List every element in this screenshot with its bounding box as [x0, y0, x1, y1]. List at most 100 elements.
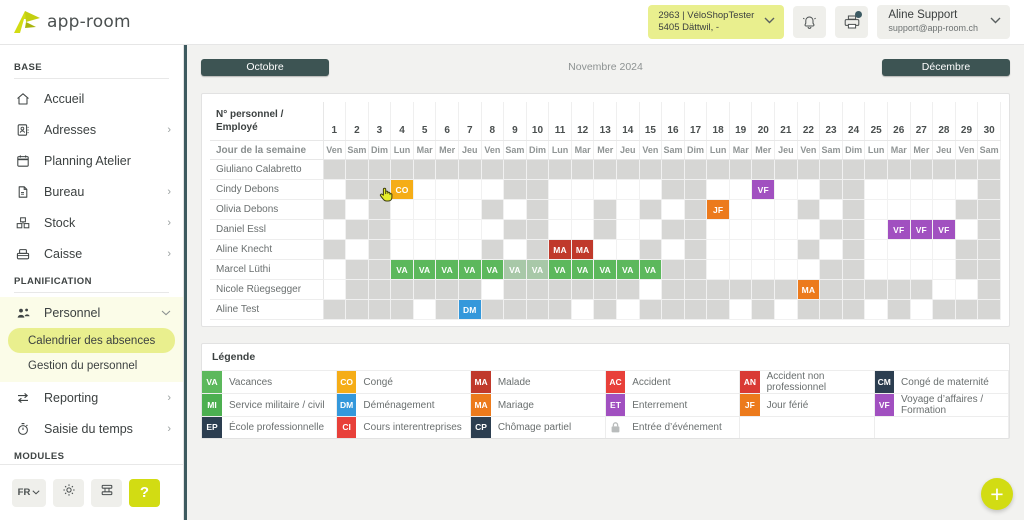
calendar-cell[interactable]: [684, 300, 707, 320]
sidebar-item-reporting[interactable]: Reporting ›: [0, 382, 183, 413]
calendar-cell[interactable]: [865, 300, 888, 320]
calendar-cell[interactable]: [910, 160, 933, 180]
calendar-cell[interactable]: [594, 220, 617, 240]
calendar-cell[interactable]: [775, 180, 798, 200]
calendar-cell[interactable]: [955, 200, 978, 220]
calendar-cell[interactable]: [707, 180, 730, 200]
employee-name[interactable]: Aline Test: [210, 300, 323, 320]
calendar-cell[interactable]: [707, 220, 730, 240]
language-selector[interactable]: FR: [12, 479, 46, 507]
calendar-cell[interactable]: [865, 200, 888, 220]
calendar-cell[interactable]: [729, 220, 752, 240]
calendar-cell[interactable]: [526, 160, 549, 180]
calendar-cell[interactable]: [368, 220, 391, 240]
calendar-cell[interactable]: [775, 260, 798, 280]
calendar-cell[interactable]: [346, 280, 369, 300]
calendar-cell[interactable]: [842, 300, 865, 320]
sidebar-item-calendrier-des-absences[interactable]: Calendrier des absences: [8, 328, 175, 353]
calendar-cell[interactable]: [368, 300, 391, 320]
calendar-cell[interactable]: [775, 240, 798, 260]
calendar-cell[interactable]: [820, 280, 843, 300]
calendar-cell[interactable]: [887, 300, 910, 320]
absence-tag[interactable]: VA: [482, 260, 504, 279]
calendar-cell[interactable]: [729, 200, 752, 220]
calendar-cell[interactable]: VA: [571, 260, 594, 280]
previous-month-button[interactable]: Octobre: [201, 59, 329, 76]
calendar-cell[interactable]: [752, 260, 775, 280]
calendar-cell[interactable]: DM: [458, 300, 481, 320]
calendar-cell[interactable]: [526, 200, 549, 220]
calendar-cell[interactable]: [639, 160, 662, 180]
calendar-cell[interactable]: [368, 160, 391, 180]
calendar-cell[interactable]: [842, 260, 865, 280]
calendar-cell[interactable]: [617, 280, 640, 300]
calendar-cell[interactable]: [797, 260, 820, 280]
calendar-cell[interactable]: [842, 280, 865, 300]
calendar-cell[interactable]: [617, 220, 640, 240]
calendar-cell[interactable]: [820, 220, 843, 240]
calendar-cell[interactable]: [752, 160, 775, 180]
calendar-cell[interactable]: [391, 280, 414, 300]
absence-tag[interactable]: VA: [527, 260, 549, 279]
calendar-cell[interactable]: [820, 200, 843, 220]
calendar-cell[interactable]: [413, 180, 436, 200]
calendar-cell[interactable]: [887, 180, 910, 200]
calendar-cell[interactable]: [617, 240, 640, 260]
calendar-cell[interactable]: [775, 280, 798, 300]
calendar-cell[interactable]: [707, 280, 730, 300]
calendar-cell[interactable]: [391, 200, 414, 220]
calendar-cell[interactable]: [775, 300, 798, 320]
calendar-cell[interactable]: [955, 220, 978, 240]
employee-name[interactable]: Aline Knecht: [210, 240, 323, 260]
absence-tag[interactable]: MA: [798, 280, 820, 299]
calendar-cell[interactable]: [707, 160, 730, 180]
absence-tag[interactable]: VA: [459, 260, 481, 279]
calendar-cell[interactable]: [504, 300, 527, 320]
calendar-cell[interactable]: [504, 160, 527, 180]
calendar-cell[interactable]: [458, 200, 481, 220]
calendar-cell[interactable]: [933, 240, 956, 260]
calendar-cell[interactable]: [775, 160, 798, 180]
calendar-cell[interactable]: [842, 160, 865, 180]
calendar-cell[interactable]: [955, 180, 978, 200]
calendar-cell[interactable]: [571, 300, 594, 320]
calendar-cell[interactable]: [481, 180, 504, 200]
calendar-cell[interactable]: [662, 160, 685, 180]
calendar-cell[interactable]: [684, 200, 707, 220]
calendar-cell[interactable]: [978, 300, 1001, 320]
calendar-cell[interactable]: [413, 240, 436, 260]
employee-name[interactable]: Nicole Rüegsegger: [210, 280, 323, 300]
absence-tag[interactable]: VA: [391, 260, 413, 279]
calendar-cell[interactable]: [436, 280, 459, 300]
calendar-cell[interactable]: [910, 180, 933, 200]
calendar-cell[interactable]: [955, 260, 978, 280]
calendar-cell[interactable]: [436, 240, 459, 260]
calendar-cell[interactable]: [639, 220, 662, 240]
calendar-cell[interactable]: [820, 300, 843, 320]
absence-tag[interactable]: VA: [414, 260, 436, 279]
calendar-cell[interactable]: [752, 200, 775, 220]
calendar-cell[interactable]: VA: [504, 260, 527, 280]
calendar-cell[interactable]: [707, 240, 730, 260]
calendar-cell[interactable]: [662, 180, 685, 200]
calendar-cell[interactable]: [842, 200, 865, 220]
calendar-cell[interactable]: [797, 180, 820, 200]
calendar-cell[interactable]: [413, 280, 436, 300]
calendar-cell[interactable]: MA: [797, 280, 820, 300]
calendar-cell[interactable]: [571, 220, 594, 240]
calendar-cell[interactable]: [323, 280, 346, 300]
calendar-cell[interactable]: [887, 160, 910, 180]
calendar-cell[interactable]: [323, 260, 346, 280]
calendar-cell[interactable]: [413, 300, 436, 320]
help-button[interactable]: ?: [129, 479, 160, 507]
calendar-cell[interactable]: [368, 260, 391, 280]
calendar-cell[interactable]: [662, 280, 685, 300]
calendar-cell[interactable]: [684, 220, 707, 240]
calendar-cell[interactable]: [481, 240, 504, 260]
calendar-cell[interactable]: [842, 240, 865, 260]
calendar-cell[interactable]: [639, 280, 662, 300]
calendar-cell[interactable]: [458, 280, 481, 300]
calendar-cell[interactable]: VF: [933, 220, 956, 240]
calendar-cell[interactable]: [729, 280, 752, 300]
notifications-button[interactable]: [793, 6, 826, 38]
